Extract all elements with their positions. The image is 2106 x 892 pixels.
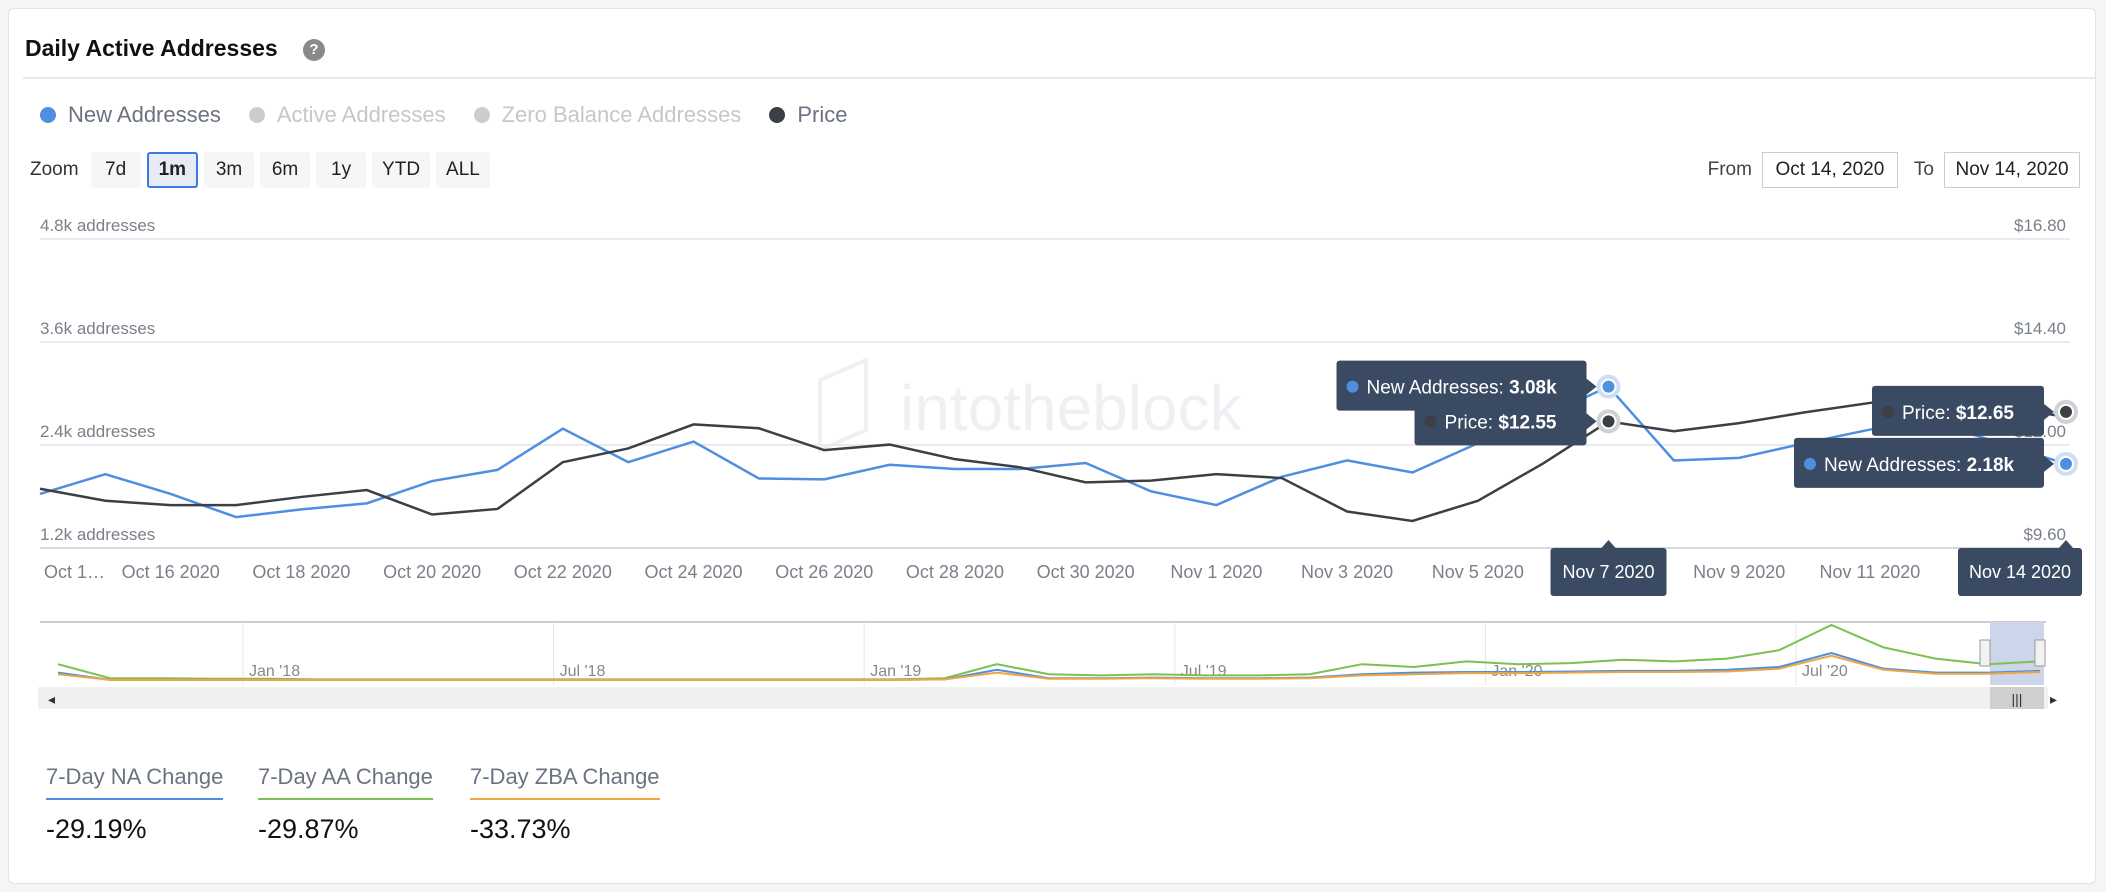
svg-text:Price: $12.65: Price: $12.65 bbox=[1902, 403, 2014, 424]
stat-2: 7-Day ZBA Change -33.73% bbox=[470, 764, 660, 845]
navigator-series-orange bbox=[57, 654, 2041, 681]
hover-point-new-addresses[interactable] bbox=[2058, 455, 2074, 472]
tooltip-label: Price: bbox=[1445, 412, 1499, 433]
watermark-cube-icon bbox=[818, 356, 868, 454]
y-left-tick-label: 1.2k addresses bbox=[40, 525, 155, 544]
navigator-handle[interactable] bbox=[2034, 639, 2046, 667]
tooltip-label: Price: bbox=[1902, 403, 1956, 424]
tooltip-dot-icon bbox=[1804, 457, 1816, 470]
stat-label: 7-Day AA Change bbox=[258, 764, 433, 800]
svg-text:New Addresses: 2.18k: New Addresses: 2.18k bbox=[1824, 455, 2015, 476]
x-tick-label: Nov 3 2020 bbox=[1301, 562, 1393, 582]
y-right-tick-label: $16.80 bbox=[2014, 216, 2066, 235]
intotheblock-watermark-logo: intotheblock bbox=[900, 372, 1243, 444]
stat-label: 7-Day NA Change bbox=[46, 764, 224, 800]
x-tick-label: Oct 30 2020 bbox=[1037, 562, 1135, 582]
navigator-label: Jul '20 bbox=[1802, 663, 1848, 680]
tooltip-value: $12.55 bbox=[1498, 412, 1557, 433]
x-tick-label: Nov 9 2020 bbox=[1693, 562, 1785, 582]
svg-text:Price: $12.55: Price: $12.55 bbox=[1445, 412, 1557, 433]
x-tick-label: Nov 1 2020 bbox=[1170, 562, 1262, 582]
hover-point-price[interactable] bbox=[2058, 403, 2074, 420]
y-left-tick-label: 3.6k addresses bbox=[40, 319, 155, 338]
y-right-tick-label: $14.40 bbox=[2014, 319, 2066, 338]
tooltip-dot-icon bbox=[1882, 405, 1894, 418]
hover-point-new-addresses[interactable] bbox=[1600, 378, 1617, 395]
x-tick-label: Oct 18 2020 bbox=[252, 562, 350, 582]
date-tooltip-label: Nov 7 2020 bbox=[1562, 562, 1654, 582]
line-chart[interactable]: intotheblock 1.2k addresses $9.60 2.4k addr… bbox=[0, 0, 2106, 720]
stat-label: 7-Day ZBA Change bbox=[470, 764, 660, 800]
y-left-tick-label: 4.8k addresses bbox=[40, 216, 155, 235]
y-left-tick-label: 2.4k addresses bbox=[40, 422, 155, 441]
tooltip-value: $12.65 bbox=[1956, 403, 2015, 424]
scrollbar-grip-icon: ||| bbox=[2012, 691, 2023, 707]
scroll-left-arrow-icon[interactable]: ◂ bbox=[48, 691, 55, 707]
tooltip-dot-icon bbox=[1346, 380, 1359, 393]
scroll-right-arrow-icon[interactable]: ▸ bbox=[2050, 691, 2057, 707]
navigator-label: Jan '19 bbox=[870, 663, 921, 680]
x-tick-label: Oct 20 2020 bbox=[383, 562, 481, 582]
navigator-scrollbar[interactable] bbox=[38, 687, 2048, 709]
date-tooltip-label: Nov 14 2020 bbox=[1969, 562, 2071, 582]
date-tooltip: Nov 7 2020 bbox=[1550, 540, 1667, 596]
tooltip-price: Price: $12.55 bbox=[1414, 395, 1597, 446]
x-tick-label: Oct 1… bbox=[44, 562, 105, 582]
tooltip-price: Price: $12.65 bbox=[1872, 385, 2054, 436]
navigator-handle[interactable] bbox=[1979, 639, 1991, 667]
date-tooltip: Nov 14 2020 bbox=[1958, 540, 2082, 596]
hover-point-price[interactable] bbox=[1600, 413, 1617, 430]
x-tick-label: Oct 22 2020 bbox=[514, 562, 612, 582]
x-tick-label: Oct 24 2020 bbox=[645, 562, 743, 582]
stat-value: -29.19% bbox=[46, 814, 147, 844]
navigator-label: Jan '18 bbox=[249, 663, 300, 680]
x-tick-label: Oct 28 2020 bbox=[906, 562, 1004, 582]
tooltip-value: 2.18k bbox=[1967, 455, 2015, 476]
stat-0: 7-Day NA Change -29.19% bbox=[46, 764, 224, 845]
x-tick-label: Nov 5 2020 bbox=[1432, 562, 1524, 582]
stat-value: -29.87% bbox=[258, 814, 359, 844]
stat-value: -33.73% bbox=[470, 814, 571, 844]
tooltip-label: New Addresses: bbox=[1824, 455, 1967, 476]
stat-1: 7-Day AA Change -29.87% bbox=[258, 764, 433, 845]
y-right-tick-label: $9.60 bbox=[2023, 525, 2066, 544]
x-tick-label: Nov 11 2020 bbox=[1820, 562, 1921, 582]
tooltip-dot-icon bbox=[1424, 415, 1437, 428]
x-tick-label: Oct 16 2020 bbox=[122, 562, 220, 582]
tooltip-new-addresses: New Addresses: 2.18k bbox=[1794, 437, 2054, 488]
navigator-label: Jul '18 bbox=[560, 663, 606, 680]
x-tick-label: Oct 26 2020 bbox=[775, 562, 873, 582]
